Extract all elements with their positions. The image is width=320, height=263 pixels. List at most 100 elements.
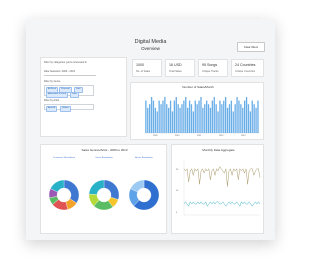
bar bbox=[202, 107, 204, 133]
kpi-sales-count: 1000 No. of Sales bbox=[132, 59, 162, 77]
bar bbox=[226, 107, 229, 133]
donut-slice bbox=[63, 179, 80, 204]
genre-select[interactable]: All Rock Classical Jazz Alternative & Pu… bbox=[44, 85, 94, 98]
donut-charts bbox=[48, 179, 160, 211]
donut-slice bbox=[103, 179, 120, 200]
kpi-value: 24 Countries bbox=[235, 63, 256, 67]
bar bbox=[156, 111, 158, 133]
artist-chip[interactable]: Artist A bbox=[46, 106, 57, 112]
bar bbox=[145, 100, 147, 133]
bar bbox=[223, 100, 225, 133]
bar bbox=[211, 100, 214, 133]
kpi-value: 16 USD bbox=[169, 63, 182, 67]
bar bbox=[177, 104, 179, 133]
bar bbox=[234, 104, 236, 133]
bar bbox=[154, 107, 157, 133]
bar bbox=[244, 100, 246, 133]
bar bbox=[187, 107, 189, 133]
genre-artist-card: Sales Genres/Artist - 2009 to 2013 Custo… bbox=[40, 144, 167, 234]
bar bbox=[164, 97, 166, 133]
bar bbox=[198, 100, 200, 133]
bar bbox=[175, 97, 177, 133]
bar bbox=[171, 111, 174, 133]
bar bbox=[247, 104, 250, 133]
bar bbox=[150, 97, 153, 133]
bar bbox=[162, 100, 164, 133]
bar bbox=[240, 104, 242, 133]
bar bbox=[181, 104, 183, 133]
line-chart bbox=[183, 160, 261, 216]
bar bbox=[158, 100, 160, 133]
bar bbox=[179, 107, 181, 133]
bar bbox=[160, 104, 162, 133]
bar bbox=[251, 100, 253, 133]
monthly-aggregate-card: Monthly Data Aggregate 20 10 0 bbox=[171, 144, 264, 234]
bar bbox=[245, 97, 248, 133]
sales-per-month-card: Number of Sales/Month 2009 2010 2011 201… bbox=[130, 82, 264, 140]
kpi-label: Unique Tracks bbox=[202, 70, 219, 73]
bar bbox=[185, 97, 187, 133]
bar bbox=[232, 111, 234, 133]
kpi-unique-countries: 24 Countries Unique Countries bbox=[231, 59, 264, 77]
artist-chip[interactable]: Queen bbox=[60, 106, 71, 112]
bar bbox=[228, 104, 231, 133]
bar bbox=[230, 100, 233, 133]
bar bbox=[225, 97, 227, 133]
x-tick: 2013 bbox=[241, 135, 246, 137]
x-tick: 2010 bbox=[175, 135, 180, 137]
date-range-label: Date Selection: 2009 - 2013 bbox=[44, 70, 75, 73]
x-tick: 2012 bbox=[219, 135, 224, 137]
kpi-value: 95 Songs bbox=[202, 63, 218, 67]
kpi-label: No. of Sales bbox=[136, 70, 151, 73]
bar bbox=[188, 100, 191, 133]
bar bbox=[149, 104, 151, 133]
bar bbox=[219, 100, 221, 133]
bar bbox=[166, 104, 168, 133]
bar bbox=[152, 100, 155, 133]
bar bbox=[192, 111, 195, 133]
bar bbox=[194, 100, 196, 133]
bar bbox=[183, 100, 185, 133]
bar bbox=[200, 97, 202, 133]
bar bbox=[207, 104, 210, 133]
bar bbox=[221, 104, 223, 133]
bar bbox=[238, 100, 240, 133]
series-line bbox=[183, 201, 261, 207]
bar bbox=[253, 104, 255, 133]
bar bbox=[147, 107, 149, 133]
bar bbox=[169, 100, 172, 133]
kpi-unique-tracks: 95 Songs Unique Tracks bbox=[198, 59, 228, 77]
bar bbox=[204, 104, 206, 133]
bar bbox=[190, 104, 193, 133]
series-line bbox=[183, 166, 261, 187]
dashboard-window: Digital Media Overview Clear filters Fil… bbox=[26, 19, 275, 240]
bar bbox=[257, 100, 259, 133]
donut-slice bbox=[88, 179, 105, 195]
genre-chip[interactable]: Latin bbox=[70, 92, 79, 98]
bar bbox=[168, 107, 170, 133]
bar bbox=[173, 100, 176, 133]
bar bbox=[242, 107, 244, 133]
artist-filter-label: Filter by Artist bbox=[44, 99, 60, 102]
bar bbox=[215, 104, 217, 133]
bar bbox=[206, 100, 208, 133]
bar bbox=[249, 111, 252, 133]
filter-panel: Filter by categories you're interested i… bbox=[40, 57, 127, 137]
filter-intro: Filter by categories you're interested i… bbox=[44, 61, 87, 64]
bar bbox=[196, 104, 198, 133]
bar bbox=[217, 111, 219, 133]
x-tick: 2009 bbox=[153, 135, 158, 137]
kpi-label: Unique Countries bbox=[235, 70, 256, 73]
kpi-total-sales: 16 USD Total Sales bbox=[165, 59, 195, 77]
bar bbox=[213, 97, 215, 133]
kpi-label: Total Sales bbox=[169, 70, 182, 73]
x-tick: 2011 bbox=[197, 135, 202, 137]
bar-chart bbox=[145, 97, 259, 134]
genre-chip[interactable]: Alternative & Punk bbox=[46, 92, 68, 98]
kpi-value: 1000 bbox=[136, 63, 144, 67]
clear-filters-button[interactable]: Clear filters bbox=[237, 42, 265, 52]
bar bbox=[255, 107, 257, 133]
artist-select[interactable]: Artist A Queen bbox=[44, 104, 94, 112]
genre-filter-label: Filter by Genre bbox=[44, 80, 61, 83]
bar bbox=[209, 107, 212, 133]
